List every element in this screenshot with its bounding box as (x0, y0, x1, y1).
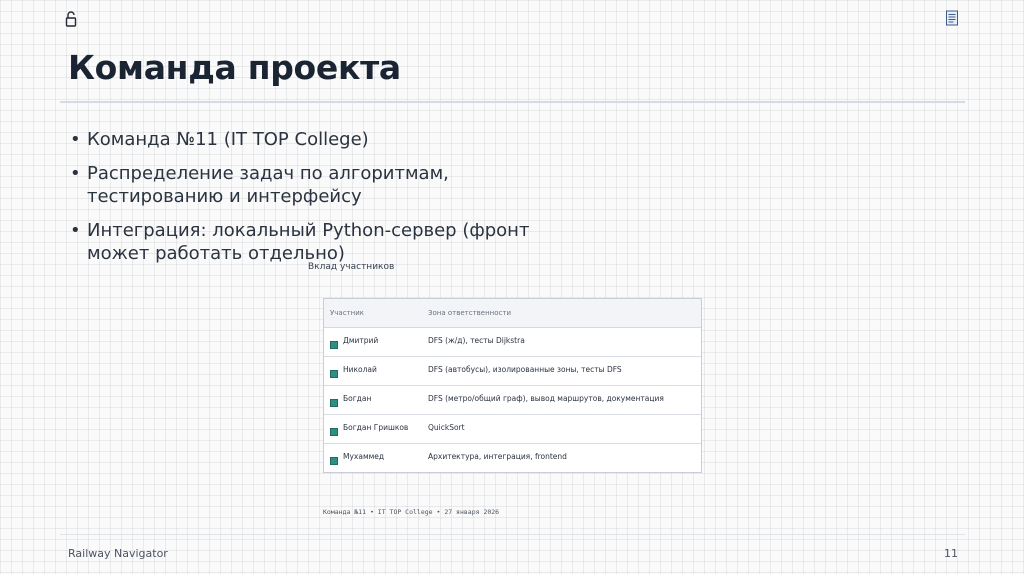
table-caption: Вклад участников (308, 262, 395, 272)
page-number: 11 (944, 547, 958, 560)
bullet-dot-icon: • (70, 163, 81, 184)
bullet-item: • Распределение задач по алгоритмам, тест… (68, 162, 568, 208)
table-header: Участник Зона ответственности (324, 299, 701, 328)
table-row: Богдан Гришков QuickSort (324, 415, 701, 444)
unlock-icon[interactable] (64, 10, 78, 28)
bullet-dot-icon: • (70, 220, 81, 241)
member-name: Богдан (343, 394, 372, 403)
member-name: Мухаммед (343, 452, 385, 461)
bullet-text: Распределение задач по алгоритмам, тести… (87, 163, 449, 207)
page-title: Команда проекта (68, 48, 401, 87)
member-zone: DFS (ж/д), тесты Dijkstra (428, 336, 525, 345)
bullet-item: • Команда №11 (IT TOP College) (68, 128, 568, 151)
footer-divider (60, 534, 965, 535)
column-header-zone: Зона ответственности (428, 309, 512, 317)
member-name: Дмитрий (343, 336, 379, 345)
table-row: Богдан DFS (метро/общий граф), вывод мар… (324, 386, 701, 415)
member-marker-icon (330, 370, 338, 378)
bullet-text: Интеграция: локальный Python-сервер (фро… (87, 220, 530, 264)
bullet-item: • Интеграция: локальный Python-сервер (фр… (68, 219, 568, 265)
member-marker-icon (330, 341, 338, 349)
bullet-dot-icon: • (70, 129, 81, 150)
member-zone: DFS (метро/общий граф), вывод маршрутов,… (428, 394, 664, 403)
member-zone: Архитектура, интеграция, frontend (428, 452, 567, 461)
slide-footnote: Команда №11 • IT TOP College • 27 января… (323, 508, 500, 516)
member-zone: DFS (автобусы), изолированные зоны, тест… (428, 365, 622, 374)
member-name: Богдан Гришков (343, 423, 409, 432)
column-header-member: Участник (330, 309, 364, 317)
member-marker-icon (330, 428, 338, 436)
app-name: Railway Navigator (68, 547, 168, 560)
contributions-table: Участник Зона ответственности Дмитрий DF… (323, 298, 702, 473)
table-row: Мухаммед Архитектура, интеграция, fronte… (324, 444, 701, 473)
title-divider (60, 101, 965, 103)
table-row: Николай DFS (автобусы), изолированные зо… (324, 357, 701, 386)
bullet-text: Команда №11 (IT TOP College) (87, 129, 369, 150)
member-marker-icon (330, 457, 338, 465)
document-icon[interactable] (945, 10, 959, 26)
bullet-list: • Команда №11 (IT TOP College) • Распредел… (68, 128, 568, 276)
member-marker-icon (330, 399, 338, 407)
member-zone: QuickSort (428, 423, 465, 432)
table-row: Дмитрий DFS (ж/д), тесты Dijkstra (324, 328, 701, 357)
member-name: Николай (343, 365, 377, 374)
